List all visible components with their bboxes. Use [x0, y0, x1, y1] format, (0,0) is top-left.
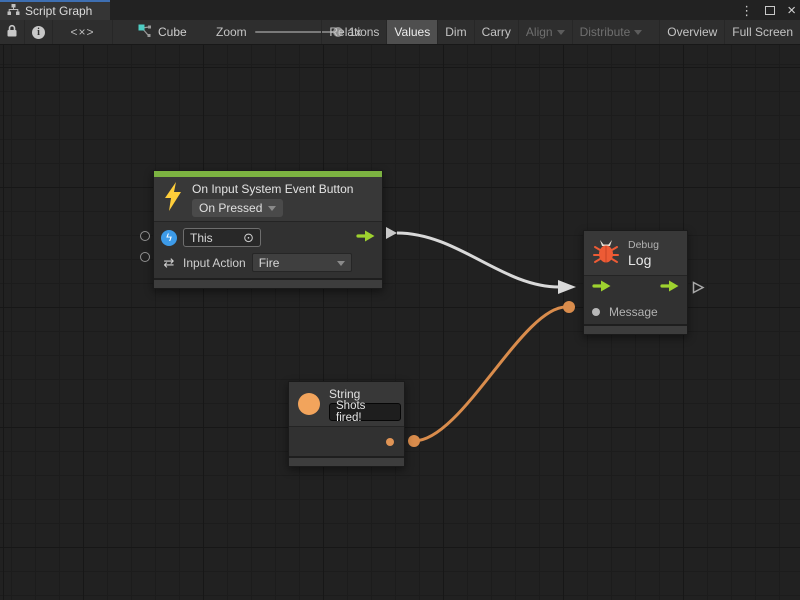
flow-input-port[interactable]: [592, 279, 611, 297]
string-output-port[interactable]: [386, 438, 394, 446]
context-object-label: Cube: [158, 25, 187, 39]
align-button[interactable]: Align: [518, 20, 572, 44]
message-input-port[interactable]: [592, 308, 600, 316]
string-type-icon: [298, 393, 320, 415]
graph-canvas[interactable]: On Input System Event Button On Pressed …: [0, 45, 800, 600]
overview-button[interactable]: Overview: [659, 20, 724, 44]
event-node-header[interactable]: On Input System Event Button On Pressed: [154, 177, 382, 221]
event-node-body: ϟ This ⊙ ⇄ Input Action Fire: [154, 221, 382, 278]
lock-button[interactable]: [0, 20, 25, 44]
debug-node-header[interactable]: Debug Log: [584, 231, 687, 275]
script-graph-asset-icon: [138, 24, 152, 41]
input-action-dropdown[interactable]: Fire: [252, 253, 352, 272]
wire-orange-end-dot: [563, 301, 575, 313]
string-value-field[interactable]: Shots fired!: [329, 403, 401, 421]
graph-icon: [7, 4, 20, 18]
toolbar-left-group: i <×>: [0, 20, 113, 44]
event-node-title: On Input System Event Button: [192, 182, 353, 196]
debug-message-row: Message: [584, 300, 687, 324]
code-toggle-button[interactable]: <×>: [53, 20, 113, 44]
dim-button[interactable]: Dim: [437, 20, 473, 44]
event-target-row: ϟ This ⊙: [154, 225, 382, 250]
string-node-title: String: [329, 387, 360, 401]
node-debug-log[interactable]: Debug Log: [583, 230, 688, 335]
distribute-button[interactable]: Distribute: [572, 20, 650, 44]
target-field[interactable]: This ⊙: [183, 228, 261, 247]
values-button[interactable]: Values: [386, 20, 437, 44]
maximize-icon[interactable]: [765, 6, 775, 15]
info-button[interactable]: i: [25, 20, 53, 44]
message-port-label: Message: [609, 305, 658, 319]
relations-button[interactable]: Relations: [321, 20, 386, 44]
window-controls: ⋮ ×: [740, 0, 796, 20]
event-action-outer-port[interactable]: [140, 252, 150, 262]
input-action-label: Input Action: [183, 256, 246, 270]
wire-white-arrowhead: [558, 280, 576, 294]
gameobject-type-icon: ϟ: [161, 230, 177, 246]
graph-context[interactable]: Cube: [138, 20, 187, 44]
graph-toolbar: i <×> Cube Zoom 1x Relations Values Dim …: [0, 20, 800, 45]
log-exit-outer-port[interactable]: [692, 281, 705, 299]
tab-label: Script Graph: [25, 4, 92, 18]
chevron-down-icon: [634, 30, 642, 39]
trigger-output-port[interactable]: [356, 229, 375, 247]
debug-node-footer: [584, 324, 687, 334]
debug-flow-row: [584, 276, 687, 300]
string-node-header[interactable]: String Shots fired!: [289, 382, 404, 426]
event-action-row: ⇄ Input Action Fire: [154, 250, 382, 275]
string-node-footer: [289, 456, 404, 466]
flow-output-port[interactable]: [660, 279, 679, 297]
event-node-footer: [154, 278, 382, 288]
bug-icon: [593, 238, 619, 269]
wire-string-to-message: [414, 307, 566, 441]
node-on-input-system-event-button[interactable]: On Input System Event Button On Pressed …: [153, 170, 383, 289]
info-icon: i: [32, 26, 45, 39]
input-action-icon: ⇄: [161, 255, 177, 271]
debug-node-category: Debug: [628, 239, 659, 251]
node-string-literal[interactable]: String Shots fired!: [288, 381, 405, 467]
zoom-label: Zoom: [216, 25, 247, 39]
string-node-body: [289, 426, 404, 456]
lightning-bolt-icon: [162, 182, 184, 216]
more-menu-icon[interactable]: ⋮: [740, 4, 753, 17]
carry-button[interactable]: Carry: [474, 20, 518, 44]
event-mode-dropdown[interactable]: On Pressed: [192, 199, 283, 217]
toolbar-right-group: Relations Values Dim Carry Align Distrib…: [321, 20, 800, 44]
event-trigger-outer-port[interactable]: [386, 227, 397, 239]
chevron-down-icon: [557, 30, 565, 39]
wire-event-to-log: [397, 233, 559, 287]
chevron-down-icon: [337, 261, 345, 270]
lock-icon: [6, 24, 18, 40]
close-icon[interactable]: ×: [787, 3, 796, 18]
chevron-down-icon: [268, 206, 276, 215]
event-target-outer-port[interactable]: [140, 231, 150, 241]
debug-node-title: Log: [628, 252, 659, 268]
full-screen-button[interactable]: Full Screen: [724, 20, 800, 44]
tab-script-graph[interactable]: Script Graph: [0, 0, 110, 20]
wire-orange-start-dot: [408, 435, 420, 447]
title-bar: Script Graph ⋮ ×: [0, 0, 800, 20]
debug-node-body: Message: [584, 275, 687, 324]
object-picker-icon[interactable]: ⊙: [243, 230, 254, 246]
code-icon: <×>: [70, 25, 94, 39]
